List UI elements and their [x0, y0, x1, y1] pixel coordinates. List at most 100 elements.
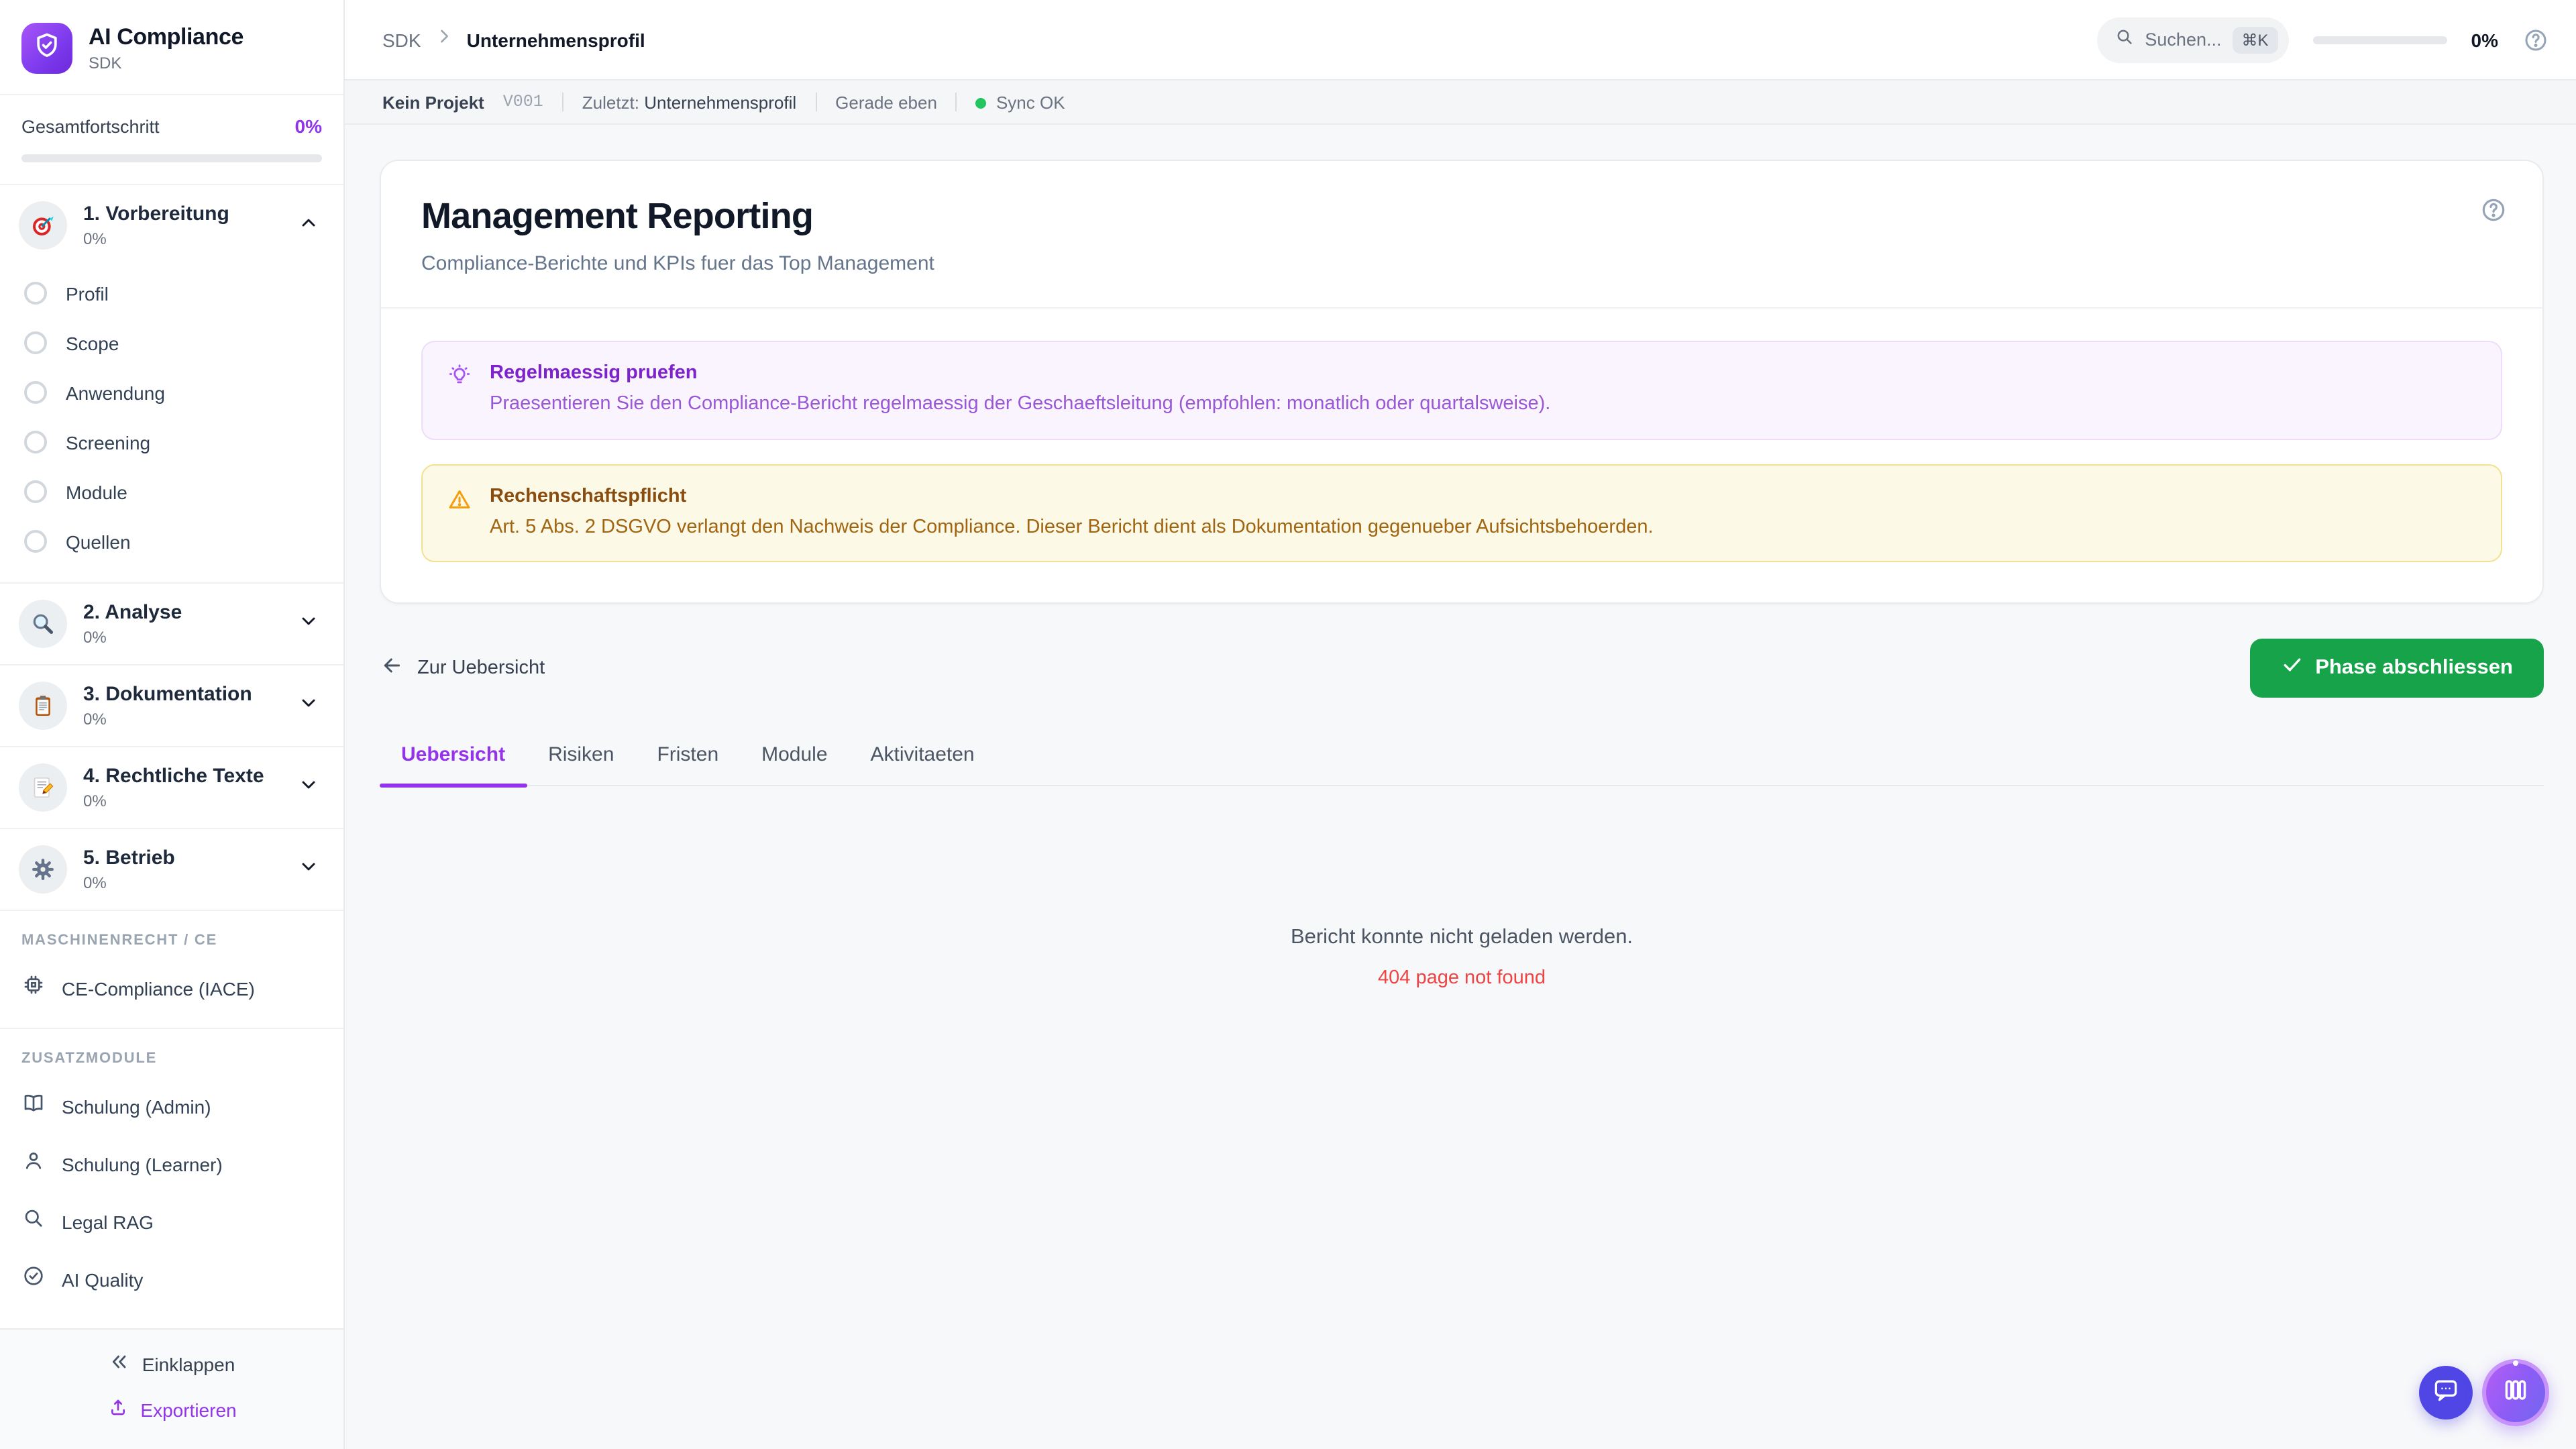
phase-steps: Profil Scope Anwendung Screening Module … — [0, 266, 343, 582]
step-status-circle — [24, 282, 47, 305]
sidebar-item-ce-compliance[interactable]: CE-Compliance (IACE) — [0, 959, 343, 1017]
phase-dokumentation: 3. Dokumentation 0% — [0, 665, 343, 747]
section-header-zusatzmodule: ZUSATZMODULE — [21, 1051, 158, 1067]
complete-phase-label: Phase abschliessen — [2315, 656, 2513, 680]
breadcrumb: SDK Unternehmensprofil — [382, 27, 645, 52]
tab-module[interactable]: Module — [740, 738, 849, 785]
phase-vorbereitung: 1. Vorbereitung 0% Profil Scope Anwendun… — [0, 185, 343, 584]
tab-risiken[interactable]: Risiken — [527, 738, 635, 785]
tab-aktivitaeten[interactable]: Aktivitaeten — [849, 738, 996, 785]
overall-progress: Gesamtfortschritt 0% — [0, 95, 343, 185]
phase-label: 2. Analyse — [83, 601, 182, 624]
last-saved-time: Gerade eben — [835, 92, 937, 112]
panels-button[interactable] — [2482, 1359, 2549, 1426]
tip-alert: Regelmaessig pruefen Praesentieren Sie d… — [421, 341, 2502, 440]
step-profil[interactable]: Profil — [0, 268, 343, 318]
phase-label: 3. Dokumentation — [83, 683, 252, 706]
project-name: Kein Projekt — [382, 92, 484, 112]
phase-percent: 0% — [83, 873, 107, 892]
overall-progress-value: 0% — [294, 115, 322, 137]
phase-label: 4. Rechtliche Texte — [83, 765, 264, 788]
content-area: Management Reporting Compliance-Berichte… — [345, 125, 2576, 1449]
export-button[interactable]: Exportieren — [107, 1397, 237, 1422]
empty-state: Bericht konnte nicht geladen werden. 404… — [380, 926, 2544, 989]
sync-ok-dot — [975, 97, 987, 108]
phase-header-vorbereitung[interactable]: 1. Vorbereitung 0% — [0, 185, 343, 266]
target-icon — [19, 201, 67, 250]
main-area: SDK Unternehmensprofil Suchen... ⌘K 0% K… — [345, 0, 2576, 1449]
help-icon[interactable] — [2479, 196, 2508, 231]
phase-header-analyse[interactable]: 2. Analyse 0% — [0, 584, 343, 664]
cpu-icon — [21, 973, 46, 1004]
last-edited: Zuletzt: Unternehmensprofil — [582, 92, 796, 112]
back-to-overview-link[interactable]: Zur Uebersicht — [380, 653, 545, 683]
search-placeholder: Suchen... — [2145, 30, 2222, 50]
phase-label: 5. Betrieb — [83, 847, 175, 869]
empty-state-message: Bericht konnte nicht geladen werden. — [1290, 926, 1633, 949]
lightbulb-icon — [447, 364, 472, 418]
phase-percent: 0% — [83, 628, 107, 647]
breadcrumb-current: Unternehmensprofil — [466, 29, 645, 50]
clipboard-icon — [19, 682, 67, 730]
step-label: Scope — [66, 332, 119, 354]
phase-header-dokumentation[interactable]: 3. Dokumentation 0% — [0, 665, 343, 746]
sidebar-item-schulung-admin[interactable]: Schulung (Admin) — [0, 1077, 343, 1135]
tip-alert-title: Regelmaessig pruefen — [490, 362, 698, 384]
arrow-left-icon — [380, 653, 404, 683]
phase-header-betrieb[interactable]: 5. Betrieb 0% — [0, 829, 343, 910]
phase-header-rechtliche-texte[interactable]: 4. Rechtliche Texte 0% — [0, 747, 343, 828]
book-icon — [21, 1091, 46, 1122]
step-scope[interactable]: Scope — [0, 318, 343, 368]
sidebar-item-legal-rag[interactable]: Legal RAG — [0, 1193, 343, 1250]
app-logo — [21, 23, 72, 74]
header-progress-value: 0% — [2471, 29, 2498, 50]
sidebar-item-label: AI Quality — [62, 1269, 144, 1290]
memo-icon — [19, 763, 67, 812]
chevron-down-icon — [298, 855, 319, 883]
export-label: Exportieren — [140, 1399, 237, 1420]
sidebar-item-label: Legal RAG — [62, 1211, 154, 1232]
header-progress-bar — [2312, 36, 2447, 44]
step-label: Quellen — [66, 531, 131, 552]
chevron-down-icon — [298, 610, 319, 638]
step-anwendung[interactable]: Anwendung — [0, 368, 343, 417]
breadcrumb-root[interactable]: SDK — [382, 29, 421, 50]
brand: AI Compliance SDK — [0, 0, 343, 95]
collapse-sidebar-button[interactable]: Einklappen — [109, 1351, 235, 1377]
divider — [561, 93, 564, 111]
phase-percent: 0% — [83, 229, 107, 248]
double-chevron-left-icon — [109, 1351, 130, 1377]
topbar-right: Suchen... ⌘K 0% — [2096, 17, 2549, 62]
user-icon — [21, 1148, 46, 1179]
complete-phase-button[interactable]: Phase abschliessen — [2249, 639, 2544, 698]
sidebar-item-label: Schulung (Learner) — [62, 1153, 223, 1175]
columns-icon — [2501, 1375, 2530, 1411]
tab-fristen[interactable]: Fristen — [635, 738, 740, 785]
last-edited-label: Zuletzt: — [582, 92, 639, 112]
chevron-up-icon — [298, 211, 319, 239]
phase-percent: 0% — [83, 710, 107, 729]
tab-uebersicht[interactable]: Uebersicht — [380, 738, 527, 788]
warning-alert: Rechenschaftspflicht Art. 5 Abs. 2 DSGVO… — [421, 464, 2502, 563]
collapse-label: Einklappen — [142, 1353, 235, 1375]
chat-button[interactable] — [2419, 1366, 2473, 1419]
phase-label: 1. Vorbereitung — [83, 203, 229, 225]
help-icon[interactable] — [2522, 26, 2549, 53]
phase-nav: 1. Vorbereitung 0% Profil Scope Anwendun… — [0, 185, 343, 1328]
step-screening[interactable]: Screening — [0, 417, 343, 467]
shield-check-icon — [32, 30, 62, 66]
sidebar-item-schulung-learner[interactable]: Schulung (Learner) — [0, 1135, 343, 1193]
search-input[interactable]: Suchen... ⌘K — [2096, 17, 2289, 62]
page-body: Regelmaessig pruefen Praesentieren Sie d… — [381, 309, 2542, 602]
tip-alert-body: Praesentieren Sie den Compliance-Bericht… — [490, 393, 1551, 415]
check-icon — [2280, 653, 2303, 683]
warning-triangle-icon — [447, 486, 472, 541]
sidebar-item-ai-quality[interactable]: AI Quality — [0, 1250, 343, 1308]
search-icon — [2114, 26, 2134, 53]
app-subtitle: SDK — [89, 54, 122, 72]
step-module[interactable]: Module — [0, 467, 343, 517]
step-label: Screening — [66, 431, 151, 453]
brand-text: AI Compliance SDK — [89, 24, 244, 72]
sidebar-item-label: CE-Compliance (IACE) — [62, 977, 255, 999]
step-quellen[interactable]: Quellen — [0, 517, 343, 566]
